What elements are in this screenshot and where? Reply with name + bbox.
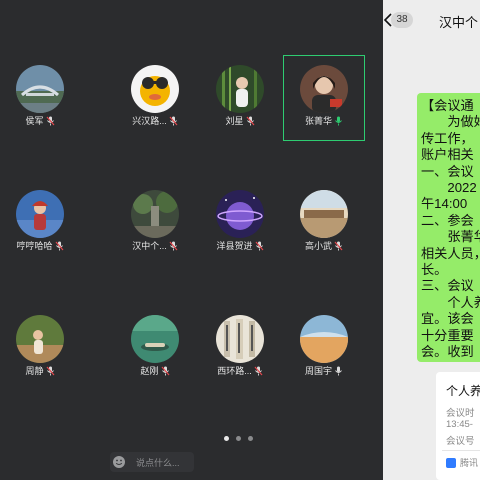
mic-muted-icon [55,241,64,251]
avatar [216,315,264,363]
tencent-meeting-icon [446,458,456,468]
participant-tile[interactable]: 赵刚 [115,311,195,395]
avatar [300,190,348,238]
avatar [131,65,179,113]
mic-muted-icon [246,116,255,126]
participant-name: 侯军 [25,116,44,126]
participant-name: 赵刚 [140,366,159,376]
participant-name: 周国宇 [304,366,332,376]
mic-active-icon [334,116,343,126]
mic-muted-icon [46,116,55,126]
participant-tile[interactable]: 刘星 [200,61,280,145]
mic-muted-icon [169,116,178,126]
card-meeting-time-label: 会议时 [446,408,475,419]
participant-name: 哼哼哈哈 [16,241,53,251]
message-line: 会。收到 [421,344,474,359]
participant-tile[interactable]: 洋县贺进 [200,186,280,270]
card-divider [442,450,480,451]
page-indicator[interactable] [224,435,264,443]
avatar [216,65,264,113]
card-source: 腾讯 [460,458,479,468]
participant-tile[interactable]: 兴汉路... [115,61,195,145]
participant-tile[interactable]: 高小武 [284,186,364,270]
message-line: 十分重要 [421,327,474,343]
avatar [300,65,348,113]
participant-name: 高小武 [304,241,332,251]
mic-icon [334,366,343,376]
message-line: 个人养 [447,294,480,310]
avatar [16,190,64,238]
participant-tile[interactable]: 西环路... [200,311,280,395]
participant-name: 洋县贺进 [216,241,253,251]
participant-name: 兴汉路... [132,116,167,126]
message-bubble[interactable]: 【会议通 为做好传工作，账户相关一、会议 2022午14:00二、参会 张菁华相… [417,93,480,362]
message-line: 一、会议 [421,163,474,179]
message-line: 二、参会 [421,212,474,228]
participant-tile[interactable]: 周国宇 [284,311,364,395]
message-line: 2022 [421,180,477,195]
avatar [131,190,179,238]
video-call-grid: 侯军 兴汉路... 刘星 张菁华 哼哼哈哈 汉中个... 洋县贺进 高小武 周静… [0,0,383,480]
meeting-invite-card[interactable]: 个人养 会议时 13:45- 会议号 腾讯 [436,372,480,480]
message-line: 张菁华 [447,229,480,245]
participant-tile-speaking[interactable]: 张菁华 [283,55,365,141]
message-line: 传工作， [421,130,474,146]
avatar [16,65,64,113]
card-meeting-id-label: 会议号 [446,436,475,447]
unread-count-badge[interactable]: 38 [391,12,413,28]
card-meeting-time: 13:45- [446,419,473,430]
mic-muted-icon [161,366,170,376]
avatar [216,190,264,238]
mic-muted-icon [255,241,264,251]
participant-name: 刘星 [225,116,244,126]
participant-tile[interactable]: 周静 [0,311,80,395]
message-line: 宜。该会 [421,311,474,327]
avatar [131,315,179,363]
message-line: 为做好 [447,114,480,130]
chat-header: 38 汉中个 [383,0,480,40]
page-dot[interactable] [236,436,241,441]
message-line: 账户相关 [421,147,474,163]
wechat-chat-panel: 38 汉中个 【会议通 为做好传工作，账户相关一、会议 2022午14:00二、… [383,0,480,480]
card-title: 个人养 [446,384,480,398]
message-line: 【会议通 [421,98,474,113]
mic-muted-icon [254,366,263,376]
message-line: 三、会议 [421,278,474,294]
message-line: 长。 [421,262,448,277]
input-placeholder: 说点什么... [136,458,180,468]
mic-muted-icon [46,366,55,376]
participant-name: 西环路... [217,366,252,376]
call-chat-input[interactable]: 说点什么... [110,452,194,472]
mic-muted-icon [169,241,178,251]
participant-name: 张菁华 [304,116,332,126]
participant-name: 汉中个... [132,241,167,251]
participant-tile[interactable]: 侯军 [0,61,80,145]
page-dot[interactable] [248,436,253,441]
avatar [300,315,348,363]
avatar [16,315,64,363]
chat-title: 汉中个 [439,15,479,30]
mic-muted-icon [334,241,343,251]
page-dot[interactable] [224,436,229,441]
participant-name: 周静 [25,366,44,376]
participant-tile[interactable]: 哼哼哈哈 [0,186,80,270]
message-line: 相关人员， [421,245,480,261]
message-line: 午14:00 [421,196,468,212]
emoji-icon[interactable] [112,455,126,469]
participant-tile[interactable]: 汉中个... [115,186,195,270]
